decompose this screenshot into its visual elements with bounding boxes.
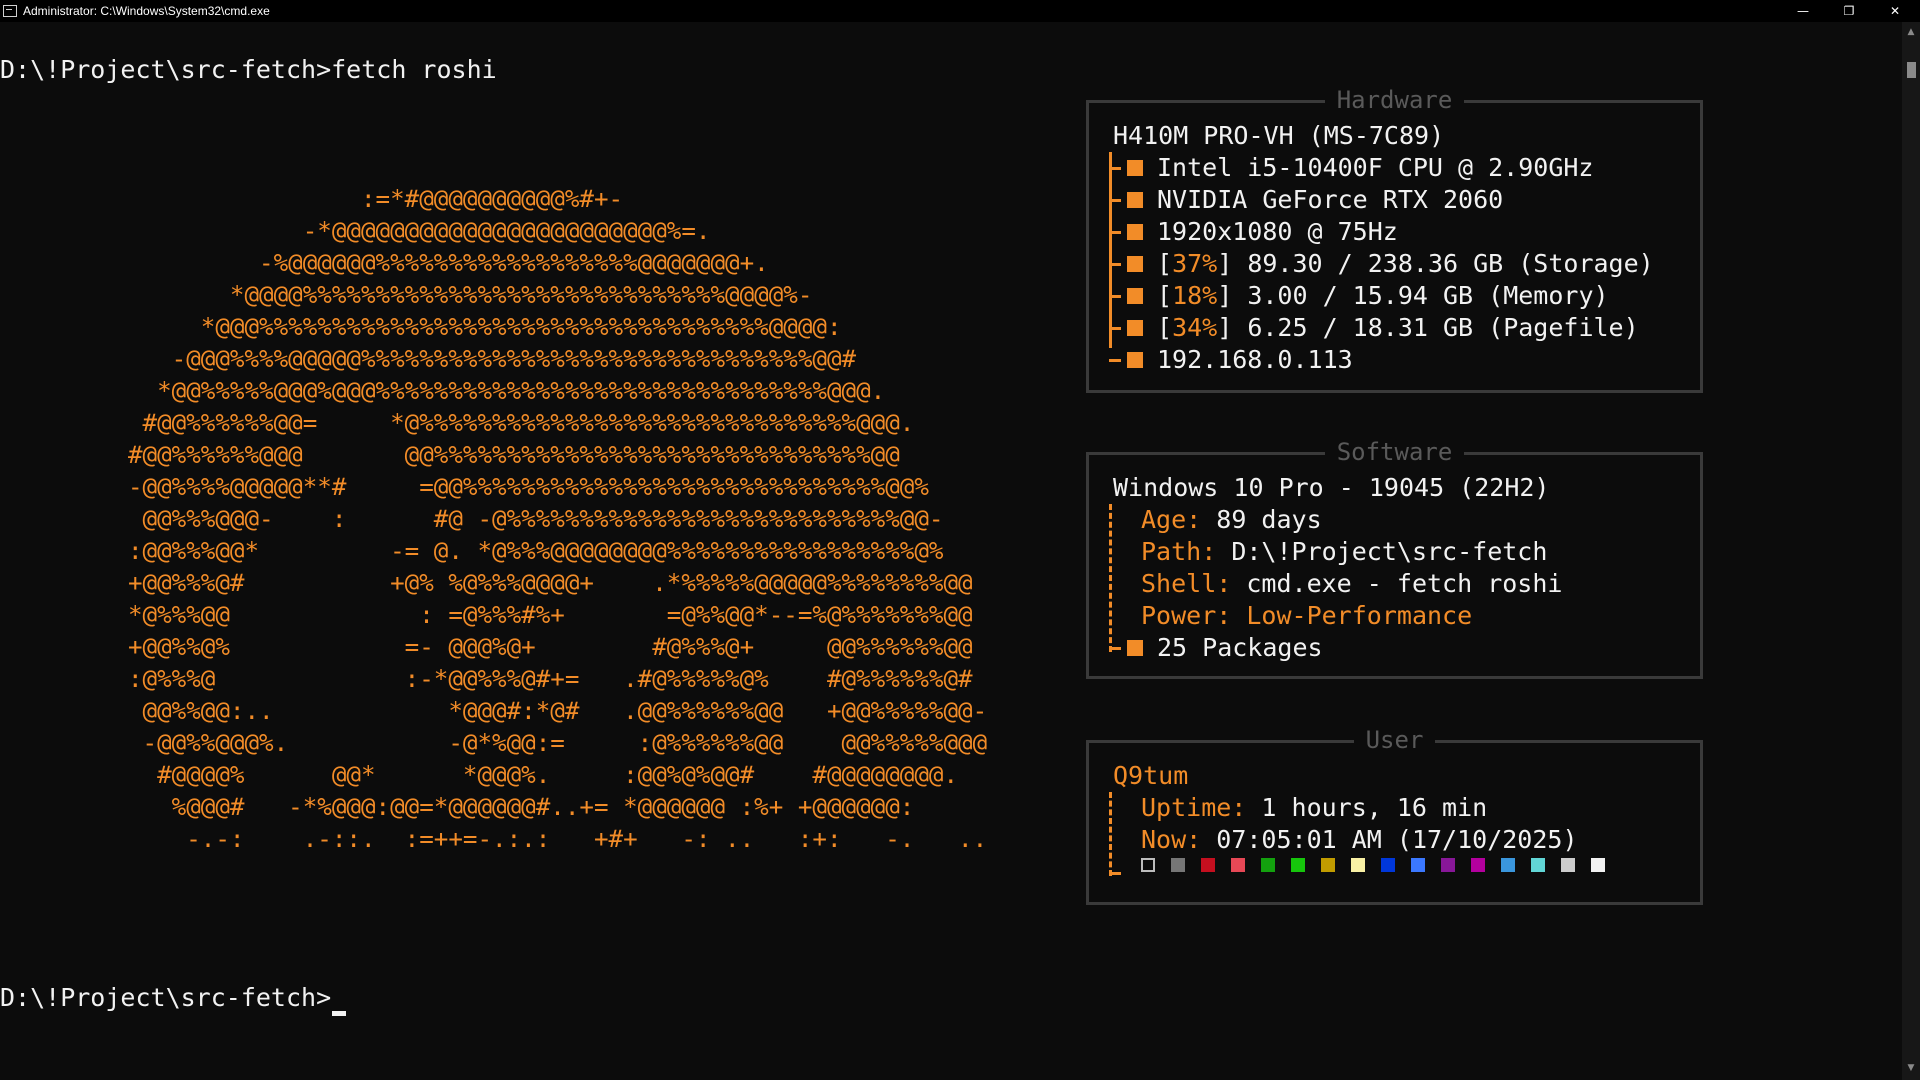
text-cursor: [332, 1011, 347, 1016]
now-value: 07:05:01 AM (17/10/2025): [1216, 825, 1578, 854]
palette-swatch: [1501, 858, 1515, 872]
memory-row: [18%] 3.00 / 15.94 GB (Memory): [1157, 281, 1609, 310]
user-tree-line: [1109, 792, 1112, 876]
now-label: Now:: [1141, 825, 1202, 854]
palette-swatch: [1171, 858, 1185, 872]
palette-swatch: [1321, 858, 1335, 872]
scroll-thumb[interactable]: [1907, 62, 1916, 78]
power-label: Power:: [1141, 601, 1232, 630]
minimize-icon: —: [1797, 4, 1809, 18]
motherboard-text: H410M PRO-VH (MS-7C89): [1113, 121, 1445, 150]
power-value: Low-Performance: [1246, 601, 1473, 630]
palette-swatch: [1141, 858, 1155, 872]
ascii-art-logo: :=*#@@@@@@@@@@%#+- -*@@@@@@@@@@@@@@@@@@@…: [128, 185, 988, 853]
hardware-tree-line: [1109, 152, 1112, 348]
uptime-row: Uptime: 1 hours, 16 min: [1141, 792, 1487, 824]
palette-swatch: [1291, 858, 1305, 872]
path-row: Path: D:\!Project\src-fetch: [1141, 536, 1547, 568]
os-text: Windows 10 Pro - 19045 (22H2): [1113, 473, 1550, 502]
hardware-panel: Hardware H410M PRO-VH (MS-7C89) Intel i5…: [1086, 86, 1703, 393]
gpu-text: NVIDIA GeForce RTX 2060: [1157, 185, 1504, 214]
bullet-icon: [1127, 160, 1143, 176]
title-bar[interactable]: Administrator: C:\Windows\System32\cmd.e…: [0, 0, 1920, 22]
power-row: Power: Low-Performance: [1141, 600, 1472, 632]
palette-swatch: [1531, 858, 1545, 872]
uptime-label: Uptime:: [1141, 793, 1247, 822]
palette-swatch: [1471, 858, 1485, 872]
software-tree-line: [1109, 504, 1112, 652]
age-label: Age:: [1141, 505, 1202, 534]
cpu-text: Intel i5-10400F CPU @ 2.90GHz: [1157, 153, 1594, 182]
memory-percent: 18%: [1172, 281, 1218, 310]
restore-icon: ❐: [1843, 4, 1855, 18]
uptime-value: 1 hours, 16 min: [1261, 793, 1488, 822]
palette-swatch: [1231, 858, 1245, 872]
path-value: D:\!Project\src-fetch: [1231, 537, 1548, 566]
bullet-icon: [1127, 640, 1143, 656]
palette-swatch: [1591, 858, 1605, 872]
storage-text: 89.30 / 238.36 GB (Storage): [1247, 249, 1654, 278]
bullet-icon: [1127, 192, 1143, 208]
close-button[interactable]: ✕: [1872, 0, 1918, 22]
username-text: Q9tum: [1113, 761, 1189, 790]
scroll-down-arrow-icon[interactable]: ▼: [1902, 1060, 1920, 1076]
palette-swatch: [1381, 858, 1395, 872]
prompt-text: D:\!Project\src-fetch>: [0, 983, 332, 1012]
memory-text: 3.00 / 15.94 GB (Memory): [1247, 281, 1609, 310]
user-panel: User Q9tum Uptime: 1 hours, 16 min Now: …: [1086, 726, 1703, 905]
palette-swatch: [1411, 858, 1425, 872]
pagefile-row: [34%] 6.25 / 18.31 GB (Pagefile): [1157, 313, 1639, 342]
vertical-scrollbar[interactable]: ▲ ▼: [1902, 22, 1920, 1080]
palette-swatch: [1351, 858, 1365, 872]
restore-button[interactable]: ❐: [1826, 0, 1872, 22]
palette-swatch: [1561, 858, 1575, 872]
cmd-app-icon: [3, 5, 17, 17]
age-row: Age: 89 days: [1141, 504, 1322, 536]
bullet-icon: [1127, 352, 1143, 368]
tree-branch: [1109, 231, 1121, 234]
pagefile-text: 6.25 / 18.31 GB (Pagefile): [1247, 313, 1639, 342]
bullet-icon: [1127, 320, 1143, 336]
software-panel: Software Windows 10 Pro - 19045 (22H2) A…: [1086, 438, 1703, 679]
storage-row: [37%] 89.30 / 238.36 GB (Storage): [1157, 249, 1654, 278]
minimize-button[interactable]: —: [1780, 0, 1826, 22]
palette-swatch: [1201, 858, 1215, 872]
software-panel-title: Software: [1324, 438, 1465, 466]
tree-branch: [1109, 295, 1121, 298]
path-label: Path:: [1141, 537, 1217, 566]
tree-branch: [1109, 647, 1121, 650]
command-line: D:\!Project\src-fetch>fetch roshi: [0, 55, 497, 84]
hardware-panel-title: Hardware: [1324, 86, 1465, 114]
tree-branch: [1109, 167, 1121, 170]
packages-text: 25 Packages: [1157, 633, 1323, 662]
tree-branch: [1109, 263, 1121, 266]
close-icon: ✕: [1889, 4, 1901, 18]
shell-label: Shell:: [1141, 569, 1232, 598]
now-row: Now: 07:05:01 AM (17/10/2025): [1141, 824, 1578, 856]
bullet-icon: [1127, 256, 1143, 272]
prompt-line[interactable]: D:\!Project\src-fetch>: [0, 983, 347, 1016]
bullet-icon: [1127, 224, 1143, 240]
scroll-up-arrow-icon[interactable]: ▲: [1902, 24, 1920, 40]
shell-row: Shell: cmd.exe - fetch roshi: [1141, 568, 1562, 600]
display-text: 1920x1080 @ 75Hz: [1157, 217, 1398, 246]
tree-branch: [1109, 199, 1121, 202]
palette-swatch: [1441, 858, 1455, 872]
pagefile-percent: 34%: [1172, 313, 1218, 342]
tree-branch: [1109, 327, 1121, 330]
tree-branch: [1109, 872, 1121, 875]
ip-address-text: 192.168.0.113: [1157, 345, 1353, 374]
window-title: Administrator: C:\Windows\System32\cmd.e…: [23, 4, 270, 18]
shell-value: cmd.exe - fetch roshi: [1246, 569, 1563, 598]
user-panel-title: User: [1353, 726, 1436, 754]
age-value: 89 days: [1216, 505, 1322, 534]
palette-swatch: [1261, 858, 1275, 872]
storage-percent: 37%: [1172, 249, 1218, 278]
bullet-icon: [1127, 288, 1143, 304]
tree-branch: [1109, 359, 1121, 362]
